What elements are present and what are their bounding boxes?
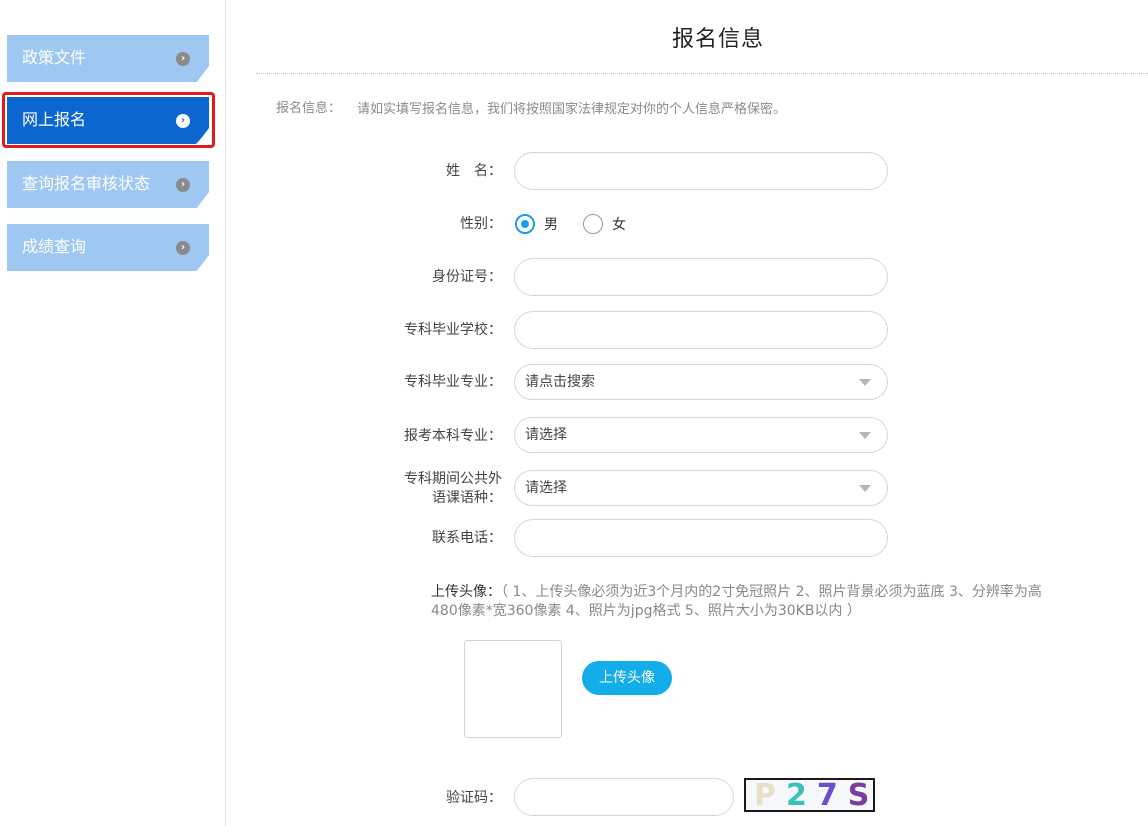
sidebar-item-review-status[interactable]: 查询报名审核状态 › [7,161,209,208]
foreign-language-label-line2: 语课语种： [432,490,502,506]
sidebar-item-policy-documents[interactable]: 政策文件 › [7,35,209,82]
id-number-label: 身份证号： [432,269,502,285]
chevron-down-icon [859,485,871,492]
captcha-char: 2 [786,778,809,812]
college-major-value: 请点击搜索 [525,374,595,390]
captcha-input[interactable] [514,778,734,816]
sidebar-item-label: 成绩查询 [22,237,87,256]
upload-photo-title: 上传头像： [431,584,501,600]
phone-input[interactable] [514,519,888,557]
phone-label: 联系电话： [432,530,502,546]
intro-label: 报名信息： [276,101,342,116]
chevron-down-icon [859,379,871,386]
foreign-language-value: 请选择 [525,480,567,496]
id-number-input[interactable] [514,258,888,296]
captcha-image[interactable]: P27S [744,778,875,812]
title-divider [256,73,1148,74]
sidebar-item-label: 网上报名 [22,110,87,129]
chevron-right-icon: › [176,114,190,128]
sidebar-item-label: 政策文件 [22,48,87,67]
sidebar-item-label: 查询报名审核状态 [22,174,151,193]
sidebar: 政策文件 › 网上报名 › 查询报名审核状态 › 成绩查询 › [0,0,226,826]
captcha-label: 验证码： [446,790,502,806]
gender-female-radio[interactable] [583,214,603,234]
target-major-value: 请选择 [525,427,567,443]
sidebar-item-online-registration[interactable]: 网上报名 › [7,97,209,144]
foreign-language-select[interactable]: 请选择 [514,470,888,506]
upload-photo-note: 上传头像：（ 1、上传头像必须为近3个月内的2寸免冠照片 2、照片背景必须为蓝底… [431,583,1051,621]
college-major-select[interactable]: 请点击搜索 [514,364,888,400]
upload-photo-requirements: （ 1、上传头像必须为近3个月内的2寸免冠照片 2、照片背景必须为蓝底 3、分辨… [431,584,1042,619]
college-input[interactable] [514,311,888,349]
college-label: 专科毕业学校： [404,322,502,338]
gender-male-label: 男 [544,217,558,233]
chevron-right-icon: › [176,178,190,192]
gender-female-label: 女 [612,217,626,233]
foreign-language-label: 专科期间公共外 语课语种： [362,470,502,508]
foreign-language-label-line1: 专科期间公共外 [404,471,502,487]
page-title: 报名信息 [672,27,765,52]
sidebar-item-score-query[interactable]: 成绩查询 › [7,224,209,271]
gender-male-radio[interactable] [515,214,535,234]
captcha-char: S [847,778,872,812]
captcha-text: P27S [750,778,873,812]
name-input[interactable] [514,152,888,190]
photo-preview [464,640,562,738]
target-major-select[interactable]: 请选择 [514,417,888,453]
upload-photo-button[interactable]: 上传头像 [582,661,672,695]
gender-label: 性别： [460,216,502,232]
name-label: 姓 名： [446,163,502,179]
captcha-char: P [754,778,778,812]
college-major-label: 专科毕业专业： [404,374,502,390]
captcha-char: 7 [816,778,840,812]
target-major-label: 报考本科专业： [404,428,502,444]
chevron-down-icon [859,432,871,439]
intro-text: 请如实填写报名信息，我们将按照国家法律规定对你的个人信息严格保密。 [357,102,787,117]
chevron-right-icon: › [176,52,190,66]
chevron-right-icon: › [176,241,190,255]
